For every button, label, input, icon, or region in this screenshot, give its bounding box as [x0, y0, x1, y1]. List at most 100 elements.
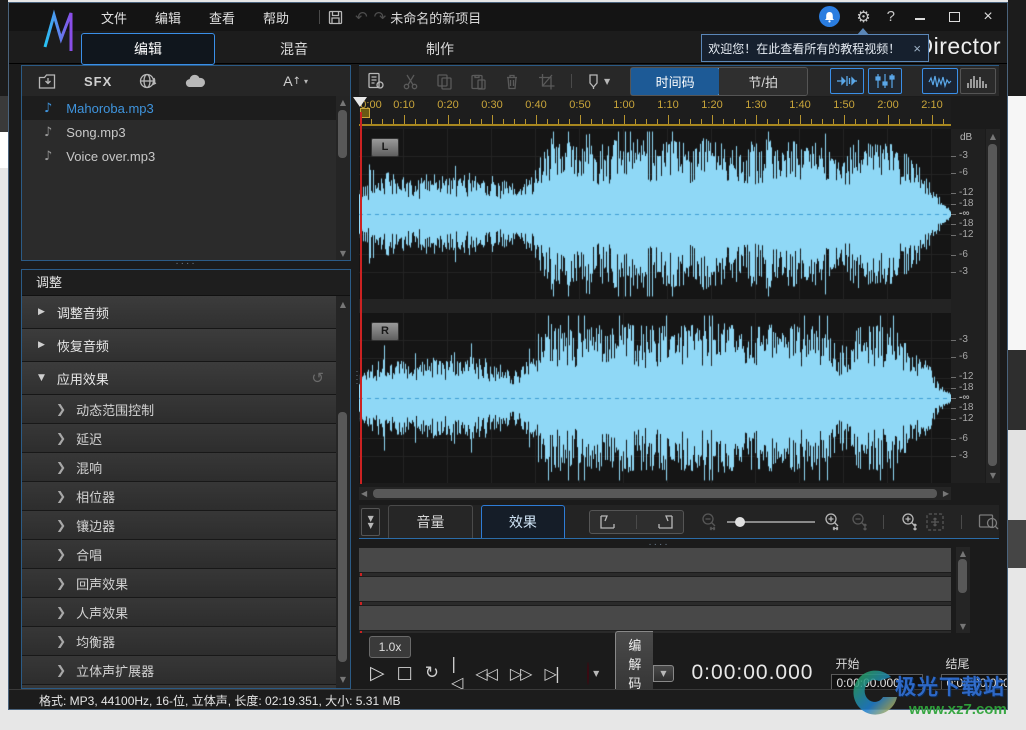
marker-dropdown[interactable]: ▼: [586, 73, 610, 90]
stop-button[interactable]: □: [397, 663, 413, 683]
help-icon[interactable]: ?: [887, 8, 895, 25]
maximize-button[interactable]: [945, 9, 963, 25]
loop-button[interactable]: ↻: [425, 663, 439, 683]
playhead-marker[interactable]: [353, 97, 367, 107]
close-button[interactable]: ×: [979, 8, 997, 26]
copy-icon[interactable]: [427, 69, 461, 93]
paste-icon[interactable]: [461, 69, 495, 93]
scrollbar-thumb[interactable]: [338, 412, 347, 662]
file-item[interactable]: Song.mp3: [22, 120, 336, 144]
sliders-icon[interactable]: [868, 68, 903, 94]
tab-effects[interactable]: 效果: [480, 505, 565, 538]
effect-item[interactable]: ❯ 均衡器: [22, 627, 350, 656]
codec-dropdown-icon[interactable]: ▼: [653, 664, 674, 682]
menu-item-view[interactable]: 查看: [195, 4, 249, 31]
zoom-slider-knob[interactable]: [735, 516, 745, 527]
tab-volume[interactable]: 音量: [388, 505, 473, 538]
play-button[interactable]: ▷: [370, 662, 385, 684]
effect-item[interactable]: ❯ 延迟: [22, 424, 350, 453]
effect-item[interactable]: ❯ 立体声扩展器: [22, 656, 350, 685]
panel-resize-handle[interactable]: ····: [21, 258, 351, 269]
fit-view-icon[interactable]: [925, 512, 945, 532]
file-item[interactable]: Voice over.mp3: [22, 144, 336, 168]
scrollbar-thumb[interactable]: [373, 489, 937, 498]
waveform-horizontal-scrollbar[interactable]: ◀ ▶: [359, 487, 951, 500]
delete-icon[interactable]: [495, 69, 529, 93]
zoom-in-vertical-icon[interactable]: [900, 512, 917, 531]
record-button[interactable]: [587, 661, 590, 685]
waveform-vertical-scrollbar[interactable]: ▲ ▼: [986, 129, 1000, 483]
sort-button[interactable]: A ↑ ▾: [283, 73, 308, 89]
timecode-button[interactable]: 时间码: [631, 67, 721, 95]
waveform-view-icon[interactable]: [922, 68, 959, 94]
effect-item[interactable]: ❯ 回声效果: [22, 569, 350, 598]
cloud-icon[interactable]: [184, 74, 206, 89]
adjust-section-0[interactable]: ▶ 调整音频: [22, 296, 350, 329]
minimize-button[interactable]: [911, 9, 929, 25]
zoom-in-horizontal-icon[interactable]: [823, 512, 842, 531]
effect-item[interactable]: ❯ 动态范围控制: [22, 395, 350, 424]
scrollbar-thumb[interactable]: [338, 110, 347, 158]
effect-lane[interactable]: [359, 576, 951, 602]
settings-gear-icon[interactable]: ⚙: [856, 7, 870, 26]
scroll-down-icon[interactable]: ▼: [956, 622, 970, 631]
redo-icon[interactable]: ↷: [374, 8, 387, 26]
effect-item[interactable]: ❯ 相位器: [22, 482, 350, 511]
playback-speed-button[interactable]: 1.0x: [369, 636, 411, 658]
save-icon[interactable]: [328, 10, 343, 25]
record-dropdown-icon[interactable]: ▼: [593, 669, 599, 678]
scroll-up-icon[interactable]: ▲: [336, 98, 350, 107]
sfx-button[interactable]: SFX: [84, 74, 112, 89]
mark-out-icon[interactable]: [655, 513, 675, 531]
scroll-left-icon[interactable]: ◀: [361, 489, 367, 498]
notification-close-icon[interactable]: ×: [906, 41, 928, 56]
effect-item[interactable]: ❯ 混响: [22, 453, 350, 482]
download-globe-icon[interactable]: [138, 72, 158, 90]
zoom-out-vertical-icon[interactable]: [850, 512, 867, 531]
spectrum-view-icon[interactable]: [960, 68, 997, 94]
file-item[interactable]: Mahoroba.mp3: [22, 96, 336, 120]
zoom-slider[interactable]: [727, 516, 815, 527]
adjust-scrollbar[interactable]: ▲ ▼: [336, 296, 350, 688]
fast-forward-button[interactable]: ▷▷: [510, 664, 533, 683]
notification-bell-icon[interactable]: [819, 6, 841, 27]
waveform-canvas-left[interactable]: [359, 129, 951, 299]
go-to-start-button[interactable]: |◁: [451, 654, 463, 692]
reset-effects-icon[interactable]: ↺: [311, 369, 324, 387]
lanes-scrollbar[interactable]: ▲ ▼: [956, 547, 970, 633]
undo-icon[interactable]: ↶: [355, 8, 368, 26]
converge-arrows-icon[interactable]: [830, 68, 865, 94]
effect-item[interactable]: ❯ 镶边器: [22, 511, 350, 540]
zoom-out-horizontal-icon[interactable]: [700, 512, 719, 531]
tab-produce[interactable]: 制作: [373, 33, 507, 65]
scroll-up-icon[interactable]: ▲: [986, 132, 1000, 141]
effect-lane[interactable]: [359, 547, 951, 573]
scroll-right-icon[interactable]: ▶: [943, 489, 949, 498]
watermark-url[interactable]: www.xz7.com: [909, 701, 1007, 718]
expand-panel-button[interactable]: ▼ ▼: [361, 507, 381, 536]
waveform-canvas-right[interactable]: [359, 313, 951, 483]
tab-mix[interactable]: 混音: [227, 33, 361, 65]
menu-item-file[interactable]: 文件: [87, 4, 141, 31]
menu-item-help[interactable]: 帮助: [249, 4, 303, 31]
scrollbar-thumb[interactable]: [958, 559, 967, 593]
adjust-section-1[interactable]: ▶ 恢复音频: [22, 329, 350, 362]
tab-edit[interactable]: 编辑: [81, 33, 215, 65]
library-scrollbar[interactable]: ▲ ▼: [336, 96, 350, 260]
rewind-button[interactable]: ◁◁: [475, 664, 498, 683]
zoom-selection-icon[interactable]: [978, 512, 999, 531]
scroll-down-icon[interactable]: ▼: [986, 471, 1000, 480]
scroll-down-icon[interactable]: ▼: [336, 675, 350, 684]
document-settings-icon[interactable]: [359, 69, 393, 93]
scroll-up-icon[interactable]: ▲: [956, 549, 970, 558]
menu-item-edit[interactable]: 编辑: [141, 4, 195, 31]
beats-button[interactable]: 节/拍: [719, 67, 808, 95]
scroll-down-icon[interactable]: ▼: [336, 249, 350, 258]
cut-icon[interactable]: [393, 69, 427, 93]
adjust-section-2[interactable]: ▼ 应用效果 ↺: [22, 362, 350, 395]
import-media-icon[interactable]: [38, 73, 58, 90]
effect-item[interactable]: ❯ 人声效果: [22, 598, 350, 627]
trim-icon[interactable]: [529, 69, 563, 93]
mark-in-icon[interactable]: [598, 513, 618, 531]
scrollbar-thumb[interactable]: [988, 144, 997, 466]
